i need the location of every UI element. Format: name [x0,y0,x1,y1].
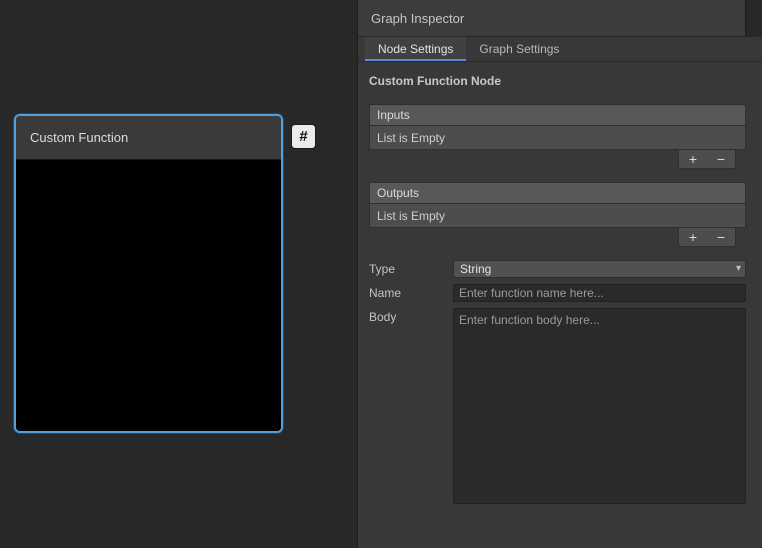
inputs-list-empty-row: List is Empty [369,125,746,150]
tab-graph-settings-label: Graph Settings [479,42,559,56]
outputs-empty-label: List is Empty [377,209,445,223]
outputs-list-footer: + − [678,228,736,247]
inspector-title: Graph Inspector [371,11,464,26]
graph-inspector-panel: Graph Inspector Node Settings Graph Sett… [357,0,762,548]
function-body-textarea[interactable] [453,308,746,504]
inspector-content: Custom Function Node Inputs List is Empt… [358,62,762,509]
inspector-tab-bar: Node Settings Graph Settings [358,37,762,62]
add-output-button[interactable]: + [682,229,704,245]
type-label: Type [369,260,453,278]
type-dropdown-value: String [460,262,491,276]
hash-icon: # [299,128,307,145]
inputs-list: Inputs List is Empty + − [369,104,746,150]
inputs-empty-label: List is Empty [377,131,445,145]
function-name-input[interactable] [453,284,746,302]
outputs-header-label: Outputs [377,186,419,200]
chevron-down-icon: ▾ [736,263,741,274]
tab-node-settings-label: Node Settings [378,42,453,56]
node-title: Custom Function [30,130,128,145]
tab-node-settings[interactable]: Node Settings [365,37,466,61]
type-field-row: Type String ▾ [369,260,746,278]
node-preview-body [16,160,281,431]
type-dropdown[interactable]: String ▾ [453,260,746,278]
inputs-list-header: Inputs [369,104,746,125]
remove-input-button[interactable]: − [710,151,732,167]
remove-output-button[interactable]: − [710,229,732,245]
inputs-list-footer: + − [678,150,736,169]
add-input-button[interactable]: + [682,151,704,167]
inspector-header[interactable]: Graph Inspector [358,0,762,37]
page-title: Custom Function Node [369,74,746,88]
outputs-list-empty-row: List is Empty [369,203,746,228]
node-header[interactable]: Custom Function [16,116,281,160]
outputs-list-header: Outputs [369,182,746,203]
inputs-header-label: Inputs [377,108,410,122]
hash-badge-icon[interactable]: # [291,124,316,149]
name-field-row: Name [369,284,746,302]
name-label: Name [369,284,453,302]
outputs-list: Outputs List is Empty + − [369,182,746,228]
graph-canvas[interactable]: Custom Function # [0,0,357,548]
body-field-row: Body [369,308,746,509]
scrollbar-track[interactable] [745,0,762,37]
tab-graph-settings[interactable]: Graph Settings [466,37,572,61]
body-label: Body [369,308,453,509]
custom-function-node[interactable]: Custom Function [14,114,283,433]
